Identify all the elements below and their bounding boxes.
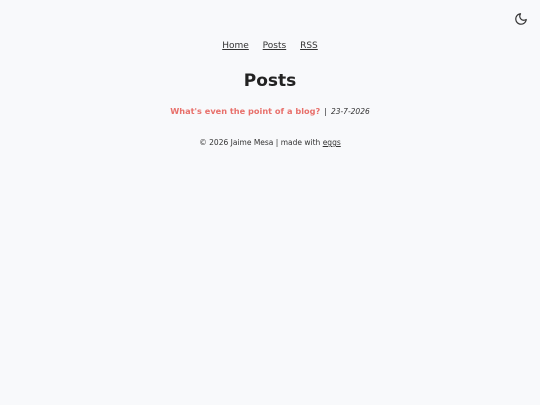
footer-made-with: made with: [280, 138, 321, 147]
footer-copyright: © 2026 Jaime Mesa: [199, 138, 274, 147]
moon-icon: [514, 12, 528, 26]
post-list: What's even the point of a blog? | 23-7-20…: [0, 104, 540, 119]
theme-toggle-button[interactable]: [514, 12, 528, 26]
nav-link-home[interactable]: Home: [222, 41, 249, 51]
main-nav: Home Posts RSS: [0, 39, 540, 53]
nav-link-rss[interactable]: RSS: [300, 41, 318, 51]
list-item: What's even the point of a blog? | 23-7-20…: [0, 104, 540, 119]
post-separator: |: [324, 107, 327, 116]
nav-link-posts[interactable]: Posts: [263, 41, 287, 51]
page-footer: © 2026 Jaime Mesa | made with eggs: [0, 136, 540, 150]
footer-separator: |: [275, 138, 279, 147]
post-date: 23-7-2026: [330, 107, 370, 116]
post-title-link[interactable]: What's even the point of a blog?: [170, 106, 320, 116]
page-title: Posts: [243, 71, 297, 91]
footer-eggs-link[interactable]: eggs: [323, 138, 341, 147]
